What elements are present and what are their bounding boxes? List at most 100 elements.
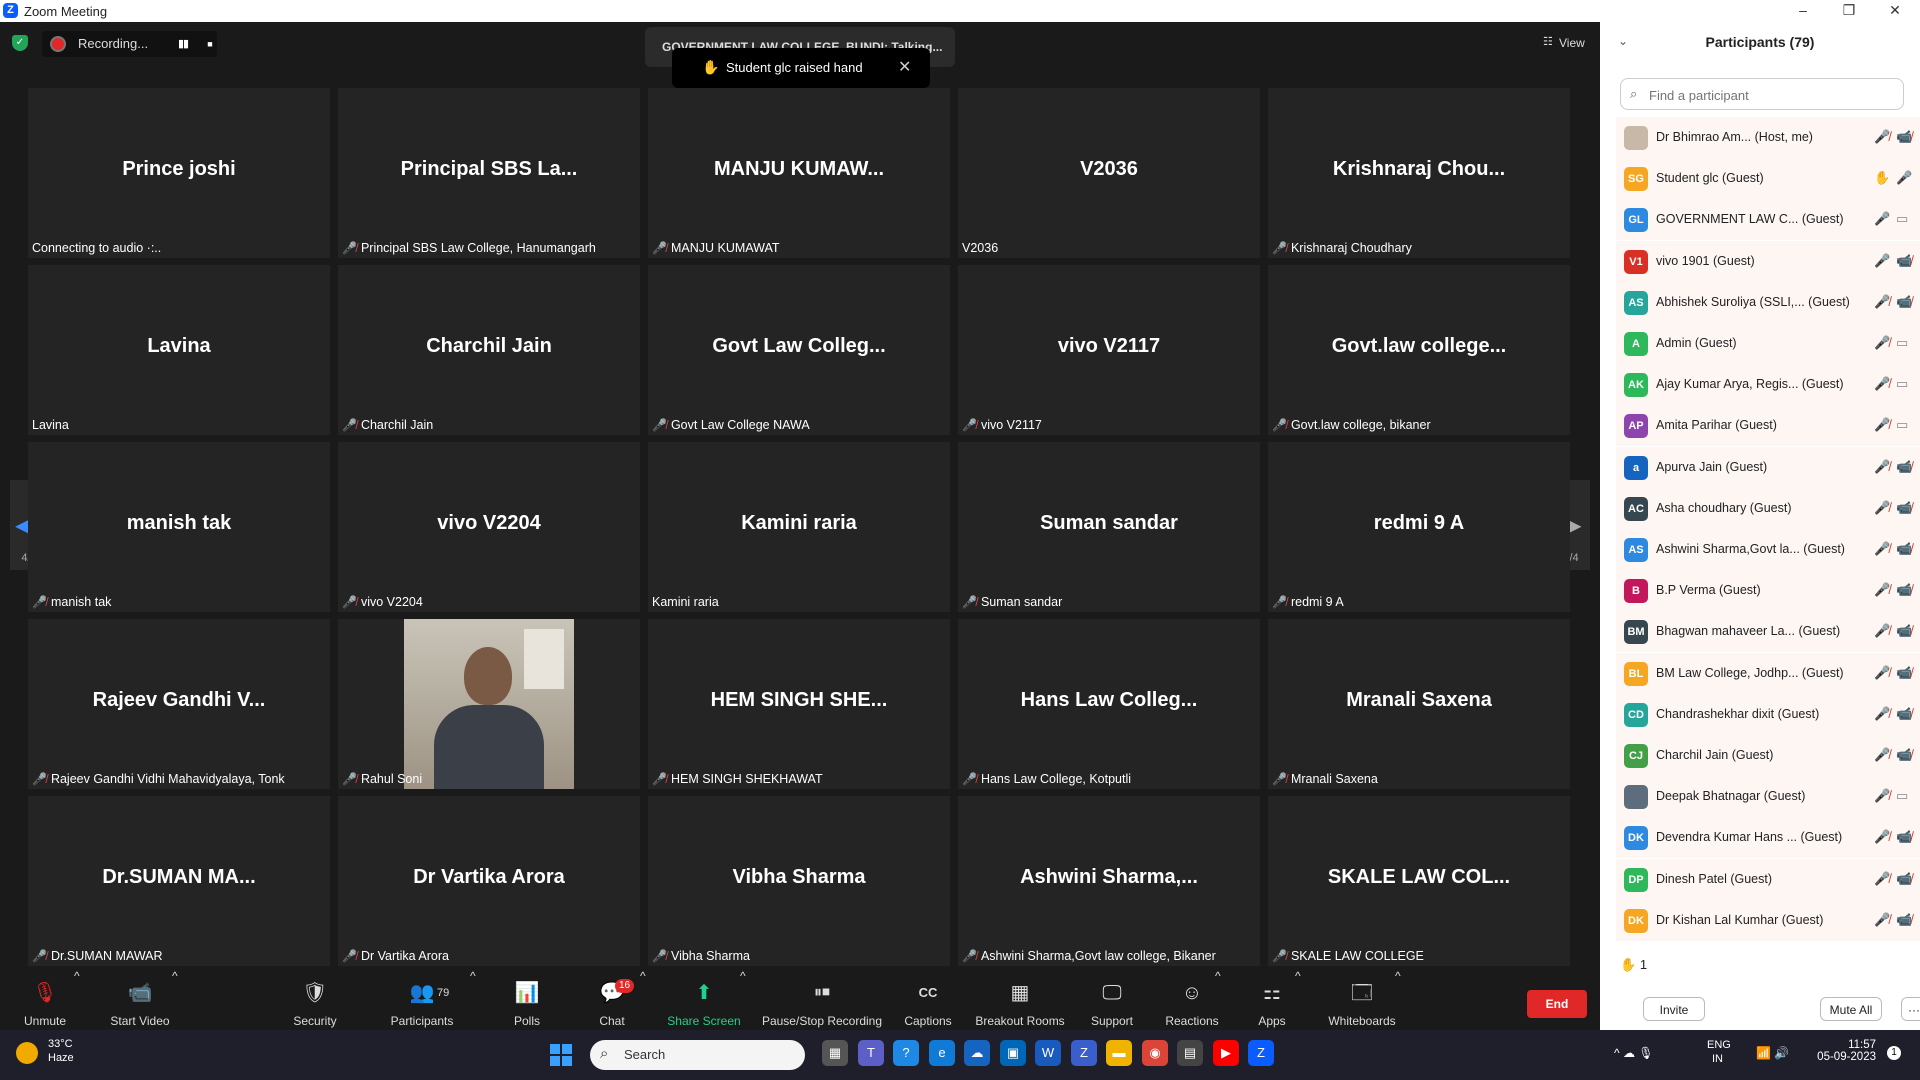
participant-video-tile[interactable]: Rajeev Gandhi V... 🎤̸ Rajeev Gandhi Vidhi …	[28, 619, 330, 789]
participant-video-icon[interactable]: ▭	[1896, 417, 1908, 433]
unmute-button[interactable]: 🎙 Unmute	[15, 969, 75, 1030]
participant-mic-icon[interactable]: 🎤	[1874, 211, 1890, 227]
apps-options-caret[interactable]: ^	[1295, 969, 1301, 1030]
participant-video-icon[interactable]: ▭	[1896, 788, 1908, 804]
participant-row[interactable]: DK Dr Kishan Lal Kumhar (Guest) 🎤̸ 📹̸	[1616, 899, 1920, 941]
participant-row[interactable]: AK Ajay Kumar Arya, Regis... (Guest) 🎤̸ ▭	[1616, 364, 1920, 406]
participant-video-tile[interactable]: Mranali Saxena 🎤̸ Mranali Saxena	[1268, 619, 1570, 789]
minimize-button[interactable]: –	[1780, 0, 1826, 22]
participant-search[interactable]: ⌕	[1620, 78, 1904, 110]
participant-mic-icon[interactable]: 🎤̸	[1874, 747, 1890, 763]
participant-mic-icon[interactable]: 🎤̸	[1874, 294, 1890, 310]
invite-button[interactable]: Invite	[1643, 997, 1705, 1021]
participants-button[interactable]: 👥 79 Participants	[382, 969, 462, 1030]
close-button[interactable]: ✕	[1872, 0, 1918, 22]
language-indicator[interactable]: ENG	[1707, 1039, 1731, 1051]
participant-row[interactable]: CJ Charchil Jain (Guest) 🎤̸ 📹̸	[1616, 735, 1920, 776]
pause-stop-recording-button[interactable]: ⏸⏹ Pause/Stop Recording	[760, 969, 884, 1030]
participant-row[interactable]: AS Ashwini Sharma,Govt la... (Guest) 🎤̸ 📹̸	[1616, 529, 1920, 570]
participant-video-icon[interactable]: 📹̸	[1896, 912, 1912, 928]
reactions-button[interactable]: ☺ Reactions	[1162, 969, 1222, 1030]
participant-video-icon[interactable]: 📹̸	[1896, 623, 1912, 639]
close-notification-button[interactable]: ✕	[898, 57, 911, 77]
participant-video-tile[interactable]: manish tak 🎤̸ manish tak	[28, 442, 330, 612]
participant-row[interactable]: Deepak Bhatnagar (Guest) 🎤̸ ▭	[1616, 776, 1920, 818]
taskbar-clock[interactable]: 11:57 05-09-2023	[1808, 1039, 1876, 1063]
participant-mic-icon[interactable]: 🎤̸	[1874, 541, 1890, 557]
participant-mic-icon[interactable]: 🎤̸	[1874, 706, 1890, 722]
participant-video-icon[interactable]: 📹̸	[1896, 500, 1912, 516]
participant-mic-icon[interactable]: 🎤̸	[1874, 665, 1890, 681]
participant-mic-icon[interactable]: 🎤̸	[1874, 829, 1890, 845]
taskbar-zoom-icon[interactable]: Z	[1248, 1040, 1274, 1066]
chat-button[interactable]: 💬 16 Chat	[587, 969, 637, 1030]
participant-video-tile[interactable]: V2036 V2036	[958, 88, 1260, 258]
participant-video-icon[interactable]: 📹̸	[1896, 871, 1912, 887]
participant-row[interactable]: GL GOVERNMENT LAW C... (Guest) 🎤 ▭	[1616, 199, 1920, 241]
more-options-button[interactable]: ···	[1901, 997, 1920, 1021]
taskbar-edge-icon[interactable]: e	[929, 1040, 955, 1066]
restore-button[interactable]: ❐	[1826, 0, 1872, 22]
participant-row[interactable]: V1 vivo 1901 (Guest) 🎤 📹̸	[1616, 240, 1920, 282]
polls-button[interactable]: 📊 Polls	[502, 969, 552, 1030]
participant-mic-icon[interactable]: 🎤̸	[1874, 788, 1890, 804]
participant-video-tile[interactable]: Lavina Lavina	[28, 265, 330, 435]
participant-video-tile[interactable]: vivo V2204 🎤̸ vivo V2204	[338, 442, 640, 612]
share-screen-button[interactable]: ⬆ Share Screen	[662, 969, 746, 1030]
participant-video-icon[interactable]: 📹̸	[1896, 294, 1912, 310]
stop-recording-button[interactable]: ■	[199, 33, 221, 55]
participant-row[interactable]: AC Asha choudhary (Guest) 🎤̸ 📹̸	[1616, 487, 1920, 529]
participant-video-icon[interactable]: 📹̸	[1896, 665, 1912, 681]
chat-options-caret[interactable]: ^	[640, 969, 646, 1030]
whiteboards-button[interactable]: 🗔 Whiteboards	[1322, 969, 1402, 1030]
participant-mic-icon[interactable]: 🎤̸	[1874, 376, 1890, 392]
participant-video-icon[interactable]: 📹̸	[1896, 706, 1912, 722]
participant-video-tile[interactable]: Krishnaraj Chou... 🎤̸ Krishnaraj Choudhary	[1268, 88, 1570, 258]
apps-button[interactable]: ⚏ Apps	[1250, 969, 1294, 1030]
participant-video-tile[interactable]: redmi 9 A 🎤̸ redmi 9 A	[1268, 442, 1570, 612]
participant-row[interactable]: SG Student glc (Guest) ✋ 🎤	[1616, 158, 1920, 200]
taskbar-word-icon[interactable]: W	[1035, 1040, 1061, 1066]
audio-options-caret[interactable]: ^	[74, 969, 80, 1030]
participant-mic-icon[interactable]: 🎤̸	[1874, 129, 1890, 145]
notification-count-badge[interactable]: 1	[1887, 1046, 1901, 1060]
participant-video-tile[interactable]: Govt Law Colleg... 🎤̸ Govt Law College NAW…	[648, 265, 950, 435]
participant-row[interactable]: BL BM Law College, Jodhp... (Guest) 🎤̸ 📹̸	[1616, 652, 1920, 694]
security-button[interactable]: 🛡 Security	[285, 969, 345, 1030]
share-options-caret[interactable]: ^	[740, 969, 746, 1030]
encryption-shield-icon[interactable]: ✓	[12, 35, 28, 51]
participant-video-tile[interactable]: Prince joshi Connecting to audio ·:..	[28, 88, 330, 258]
view-button[interactable]: ☷ View	[1537, 33, 1587, 53]
participant-row[interactable]: a Apurva Jain (Guest) 🎤̸ 📹̸	[1616, 446, 1920, 488]
participant-video-tile[interactable]: MANJU KUMAW... 🎤̸ MANJU KUMAWAT	[648, 88, 950, 258]
captions-button[interactable]: CC Captions	[898, 969, 958, 1030]
participant-video-tile[interactable]: Principal SBS La... 🎤̸ Principal SBS Law C…	[338, 88, 640, 258]
participant-row[interactable]: B B.P Verma (Guest) 🎤̸ 📹̸	[1616, 570, 1920, 612]
participant-video-tile[interactable]: HEM SINGH SHE... 🎤̸ HEM SINGH SHEKHAWAT	[648, 619, 950, 789]
participant-row[interactable]: AP Amita Parihar (Guest) 🎤̸ ▭	[1616, 405, 1920, 447]
participant-video-icon[interactable]: 📹̸	[1896, 129, 1912, 145]
taskbar-help-icon[interactable]: ?	[893, 1040, 919, 1066]
participant-video-icon[interactable]: 📹̸	[1896, 541, 1912, 557]
participant-row[interactable]: CD Chandrashekhar dixit (Guest) 🎤̸ 📹̸	[1616, 693, 1920, 735]
participant-video-tile[interactable]: SKALE LAW COL... 🎤̸ SKALE LAW COLLEGE	[1268, 796, 1570, 966]
taskbar-onedrive-icon[interactable]: ☁	[964, 1040, 990, 1066]
participant-video-icon[interactable]: 📹̸	[1896, 829, 1912, 845]
participant-video-icon[interactable]: 📹̸	[1896, 747, 1912, 763]
participant-video-icon[interactable]: 📹̸	[1896, 459, 1912, 475]
participant-video-tile[interactable]: vivo V2117 🎤̸ vivo V2117	[958, 265, 1260, 435]
participant-video-tile[interactable]: Suman sandar 🎤̸ Suman sandar	[958, 442, 1260, 612]
participant-mic-icon[interactable]: 🎤̸	[1874, 623, 1890, 639]
mute-all-button[interactable]: Mute All	[1820, 997, 1882, 1021]
end-meeting-button[interactable]: End	[1527, 990, 1587, 1018]
participant-video-tile[interactable]: Dr.SUMAN MA... 🎤̸ Dr.SUMAN MAWAR	[28, 796, 330, 966]
participants-options-caret[interactable]: ^	[470, 969, 476, 1030]
participant-video-icon[interactable]: ▭	[1896, 335, 1908, 351]
pause-recording-button[interactable]: ▮▮	[172, 33, 194, 55]
participant-video-tile[interactable]: 🎤̸ Rahul Soni	[338, 619, 640, 789]
participant-mic-icon[interactable]: 🎤̸	[1874, 582, 1890, 598]
participant-row[interactable]: A Admin (Guest) 🎤̸ ▭	[1616, 323, 1920, 364]
taskbar-calculator-icon[interactable]: ▤	[1177, 1040, 1203, 1066]
taskbar-search[interactable]: ⌕ Search	[590, 1040, 805, 1070]
participant-video-tile[interactable]: Charchil Jain 🎤̸ Charchil Jain	[338, 265, 640, 435]
